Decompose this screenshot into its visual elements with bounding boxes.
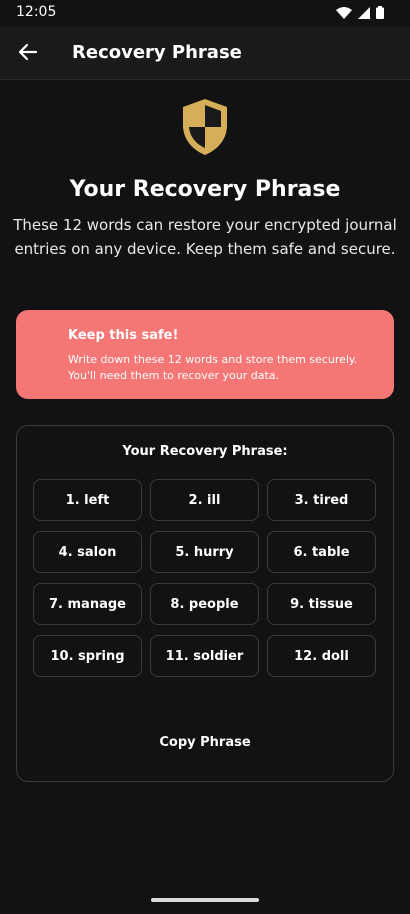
word-chip: 3. tired bbox=[267, 479, 376, 521]
warning-title: Keep this safe! bbox=[68, 328, 179, 343]
word-chip: 10. spring bbox=[33, 635, 142, 677]
app-bar: Recovery Phrase bbox=[0, 26, 410, 80]
status-bar: 12:05 bbox=[0, 0, 410, 26]
warning-text: Write down these 12 words and store them… bbox=[68, 353, 358, 382]
word-chip: 2. ill bbox=[150, 479, 259, 521]
word-chip: 11. soldier bbox=[150, 635, 259, 677]
word-chip: 4. salon bbox=[33, 531, 142, 573]
warning-card: Keep this safe! Write down these 12 word… bbox=[16, 310, 394, 399]
hero-description: These 12 words can restore your encrypte… bbox=[13, 216, 397, 258]
signal-icon bbox=[358, 6, 370, 19]
word-grid: 1. left 2. ill 3. tired 4. salon 5. hurr… bbox=[33, 479, 377, 677]
hero-title: Your Recovery Phrase bbox=[69, 177, 341, 202]
word-chip: 5. hurry bbox=[150, 531, 259, 573]
word-chip: 8. people bbox=[150, 583, 259, 625]
shield-icon bbox=[183, 99, 227, 155]
word-chip: 6. table bbox=[267, 531, 376, 573]
status-time: 12:05 bbox=[16, 4, 57, 20]
word-chip: 7. manage bbox=[33, 583, 142, 625]
status-icons bbox=[336, 6, 384, 19]
back-button[interactable] bbox=[12, 36, 44, 68]
home-indicator[interactable] bbox=[151, 898, 259, 902]
copy-phrase-button[interactable]: Copy Phrase bbox=[137, 724, 273, 760]
arrow-left-icon bbox=[18, 43, 38, 61]
battery-icon bbox=[376, 6, 384, 19]
wifi-icon bbox=[336, 6, 352, 19]
phrase-heading: Your Recovery Phrase: bbox=[122, 444, 288, 459]
page-title: Recovery Phrase bbox=[72, 42, 242, 63]
word-chip: 12. doll bbox=[267, 635, 376, 677]
recovery-phrase-card: Your Recovery Phrase: 1. left 2. ill 3. … bbox=[16, 425, 394, 782]
word-chip: 9. tissue bbox=[267, 583, 376, 625]
word-chip: 1. left bbox=[33, 479, 142, 521]
